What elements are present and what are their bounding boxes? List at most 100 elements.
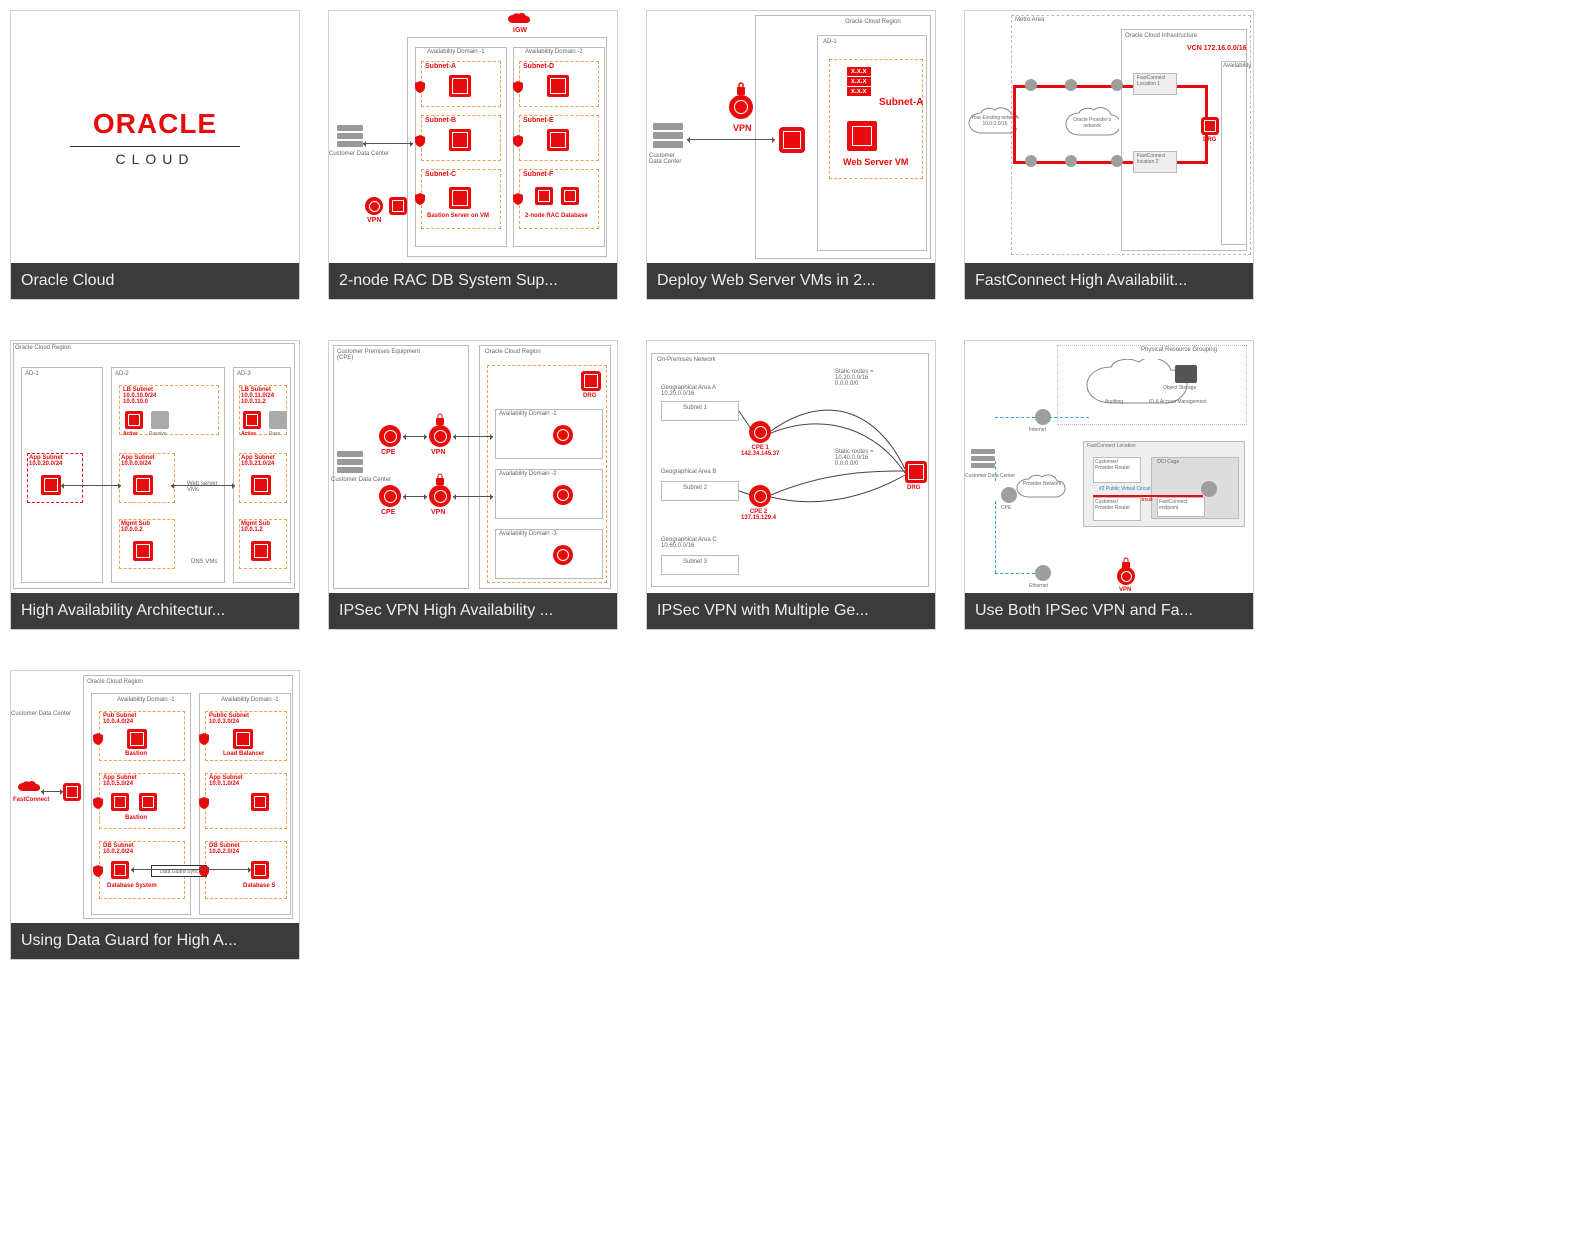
ad3-label: AD-3 (237, 371, 251, 377)
avail-box (1221, 61, 1247, 245)
passive-icon (269, 411, 287, 429)
template-card-ha-arch[interactable]: Oracle Cloud Region AD-1 AD-2 AD-3 LB Su… (10, 340, 300, 630)
ad2-label: AD-2 (115, 371, 129, 377)
cpe-label: CPE (1001, 505, 1011, 511)
ad-label: AD-1 (823, 39, 837, 45)
drg-label: DRG (783, 155, 799, 162)
s1-label: Subnet 1 (683, 405, 707, 411)
metro-label: Metro Area (1015, 17, 1044, 23)
blue-connector (995, 461, 997, 481)
lb-icon (243, 411, 261, 429)
template-grid: ORACLE CLOUD Oracle Cloud IGW Availabili… (10, 10, 1582, 960)
fce-label: FastConnect endpoint (1159, 499, 1187, 511)
lb-icon (125, 411, 143, 429)
prg-label: Physical Resource Grouping (1141, 347, 1217, 353)
fcloc-label: FastConnect Location (1087, 443, 1136, 449)
template-card-fastconnect[interactable]: Metro Area Oracle Cloud Infrastructure V… (964, 10, 1254, 300)
storage-icon (1175, 365, 1197, 383)
vm-icon (547, 129, 569, 151)
subnet-d-label: Subnet-D (523, 63, 554, 70)
pn-label: Provider Network (1023, 481, 1061, 487)
onprem-label: On-Premises Network (657, 357, 716, 363)
vpn-icon (365, 197, 383, 215)
shield-icon (415, 193, 425, 205)
vpn-icon (729, 95, 753, 119)
inet-label: Internet (1029, 427, 1046, 433)
ad2-label: Availability Domain -2 (525, 49, 583, 55)
mg1-label: Mgmt Sub 10.0.0.2 (121, 521, 150, 533)
app2-label: App Subnet 10.0.0.0/24 (121, 455, 155, 467)
blue-connector (995, 417, 1035, 418)
template-card-oracle-cloud[interactable]: ORACLE CLOUD Oracle Cloud (10, 10, 300, 300)
app2-label: App Subnet 10.0.1.0/24 (209, 775, 243, 787)
shield-icon (415, 81, 425, 93)
vpn-label: VPN (431, 509, 445, 516)
fc1-label: FastConnect Location 1 (1137, 75, 1165, 87)
template-card-rac[interactable]: IGW Availability Domain -1 Availability … (328, 10, 618, 300)
red-path (1013, 125, 1016, 164)
server-icon (337, 451, 363, 475)
shield-icon (415, 135, 425, 147)
logo-cloud-text: CLOUD (115, 151, 194, 167)
ad1-label: AD-1 (25, 371, 39, 377)
cdc-label: Customer Data Center (329, 151, 389, 157)
lb-icon (233, 729, 253, 749)
template-card-ipsec-geo[interactable]: On-Premises Network Geographical Area A … (646, 340, 936, 630)
drg-icon (1201, 117, 1219, 135)
thumbnail: Physical Resource Grouping Object Storag… (965, 341, 1253, 593)
passive-icon (151, 411, 169, 429)
template-card-ipsec-ha[interactable]: Customer Premises Equipment (CPE) Oracle… (328, 340, 618, 630)
bastion-icon (449, 187, 471, 209)
logo-divider (70, 146, 240, 147)
cage-label: OCI Cage (1157, 459, 1179, 465)
passive-label: Pass (269, 431, 280, 437)
db1-label: DB Subnet 10.0.2.0/24 (103, 843, 134, 855)
router-icon (553, 545, 573, 565)
cpe-icon (379, 425, 401, 447)
s2-label: Subnet 2 (683, 485, 707, 491)
rac-label: 2-node RAC Database (525, 213, 588, 219)
thumbnail: On-Premises Network Geographical Area A … (647, 341, 935, 593)
cpe2-label: CPE 2 137.15.129.4 (741, 509, 776, 521)
router-icon (553, 485, 573, 505)
ad3-label: Availability Domain -3 (499, 531, 557, 537)
s1-box (661, 401, 739, 421)
db-icon (561, 187, 579, 205)
card-title: FastConnect High Availabilit... (965, 263, 1253, 299)
thumbnail: Oracle Cloud Region Availability Domain … (11, 671, 299, 923)
server-icon (653, 123, 683, 151)
logo-oracle-text: ORACLE (93, 108, 217, 140)
card-title: IPSec VPN High Availability ... (329, 593, 617, 629)
db-icon (535, 187, 553, 205)
subnet-f (519, 169, 599, 229)
vm-icon (449, 129, 471, 151)
oci-label: Oracle Cloud Infrastructure (1125, 33, 1197, 39)
cdc-label: Customer Data Center (649, 153, 681, 165)
active-label: Active (241, 431, 256, 437)
sr2-label: Static routes = 10.40.0.0/16 0.0.0.0/0 (835, 449, 874, 467)
webserver-icon (847, 121, 877, 151)
vpn-label: VPN (431, 449, 445, 456)
connector (61, 485, 121, 486)
opn-label: Oracle Provider's network (1073, 117, 1111, 129)
red-path (1013, 85, 1016, 125)
template-card-both[interactable]: Physical Resource Grouping Object Storag… (964, 340, 1254, 630)
drg-icon (905, 461, 927, 483)
shield-icon (199, 797, 209, 809)
server-icon (971, 449, 995, 471)
cpe-label: CPE (381, 449, 395, 456)
lb-label: Load Balancer (223, 751, 264, 757)
connector (131, 869, 251, 870)
vpn-label: VPN (733, 123, 752, 133)
template-card-dataguard[interactable]: Oracle Cloud Region Availability Domain … (10, 670, 300, 960)
card-title: High Availability Architectur... (11, 593, 299, 629)
oracle-cloud-logo: ORACLE CLOUD (17, 17, 293, 257)
shield-icon (93, 865, 103, 877)
region-label: Oracle Cloud Region (87, 679, 143, 685)
db-icon (111, 861, 129, 879)
cpe1-label: CPE 1 142.34.145.37 (741, 445, 779, 457)
template-card-deploy-ws[interactable]: Oracle Cloud Region AD-1 Subnet-A x.x.x … (646, 10, 936, 300)
cpe1-icon (749, 421, 771, 443)
card-title: Oracle Cloud (11, 263, 299, 299)
card-title: 2-node RAC DB System Sup... (329, 263, 617, 299)
